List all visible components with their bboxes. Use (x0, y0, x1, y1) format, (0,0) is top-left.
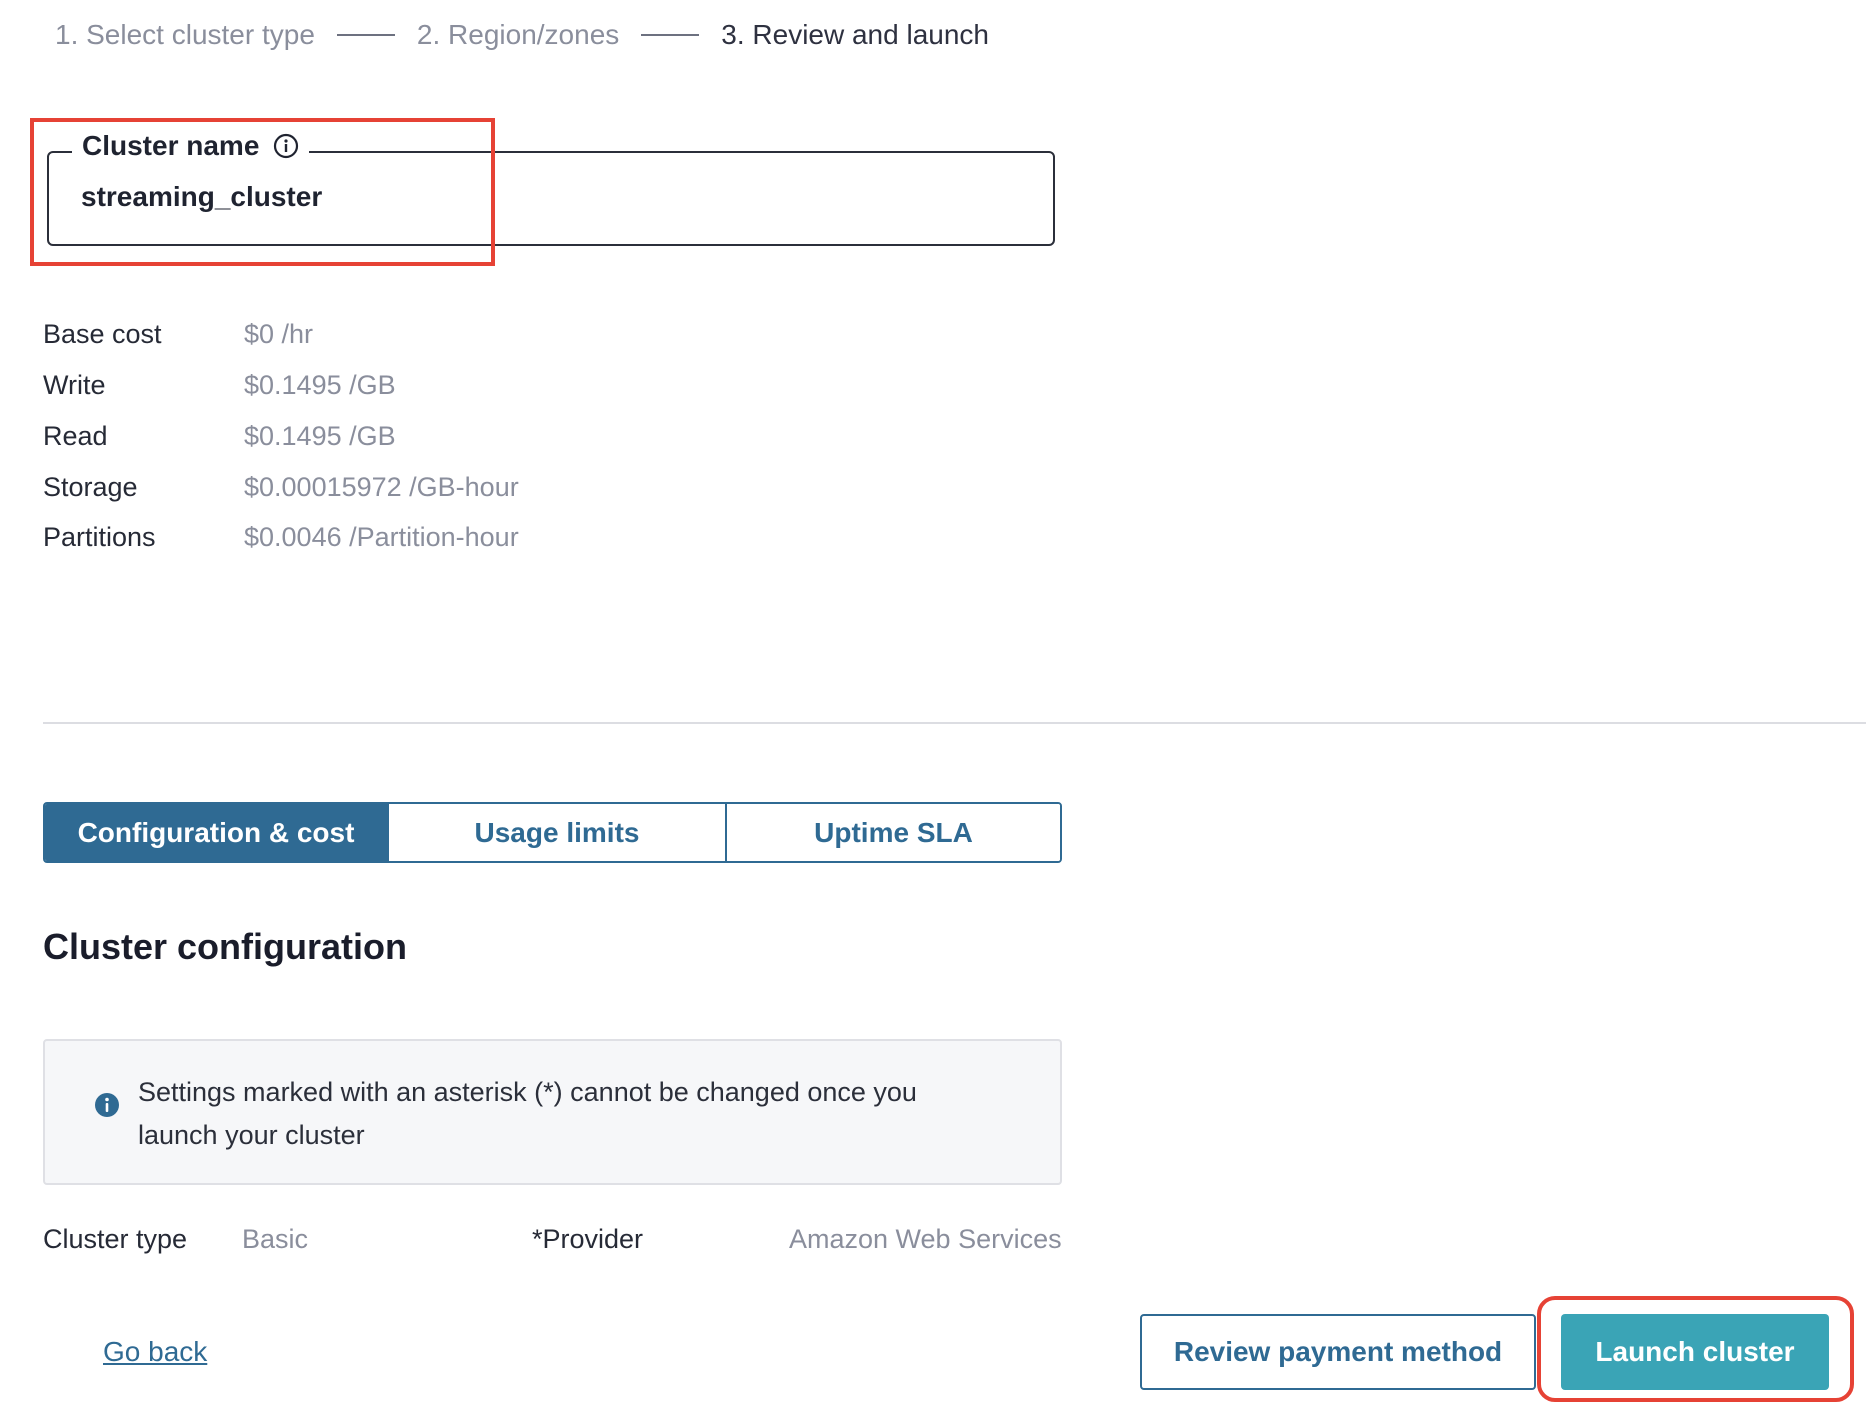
cost-label: Write (43, 370, 106, 400)
section-divider (43, 722, 1866, 724)
cost-label: Storage (43, 472, 138, 502)
cost-value: $0.1495 /GB (244, 421, 396, 451)
tab-group: Configuration & cost Usage limits Uptime… (43, 802, 1062, 863)
step-review-and-launch: 3. Review and launch (721, 19, 989, 50)
step-select-cluster-type[interactable]: 1. Select cluster type (55, 19, 315, 51)
cost-value: $0.0046 /Partition-hour (244, 522, 519, 552)
launch-button-highlight (1537, 1296, 1854, 1402)
cost-label: Read (43, 421, 108, 451)
section-title: Cluster configuration (43, 926, 408, 967)
provider-label: *Provider (532, 1224, 644, 1254)
cost-label: Partitions (43, 522, 156, 552)
step-region-zones[interactable]: 2. Region/zones (417, 19, 619, 51)
cost-row-read: Read $0.1495 /GB (43, 421, 396, 452)
review-payment-method-button[interactable]: Review payment method (1140, 1314, 1536, 1390)
cost-value: $0 /hr (244, 319, 314, 349)
cost-label: Base cost (43, 319, 162, 349)
cluster-type-label: Cluster type (43, 1224, 188, 1254)
cost-row-write: Write $0.1495 /GB (43, 370, 396, 401)
go-back-link[interactable]: Go back (103, 1336, 207, 1368)
cost-row-base: Base cost $0 /hr (43, 319, 313, 350)
step-connector (336, 34, 395, 36)
cluster-type-value: Basic (242, 1224, 309, 1254)
provider-value: Amazon Web Services (789, 1224, 1062, 1254)
info-circle-icon (94, 1092, 120, 1123)
tab-uptime-sla[interactable]: Uptime SLA (725, 804, 1060, 861)
cluster-name-highlight (30, 118, 495, 266)
cost-value: $0.1495 /GB (244, 370, 396, 400)
cost-row-storage: Storage $0.00015972 /GB-hour (43, 472, 519, 503)
cost-value: $0.00015972 /GB-hour (244, 472, 519, 502)
tab-usage-limits[interactable]: Usage limits (387, 804, 725, 861)
wizard-stepper: 1. Select cluster type 2. Region/zones 3… (55, 10, 989, 60)
cost-row-partitions: Partitions $0.0046 /Partition-hour (43, 522, 519, 553)
banner-text: Settings marked with an asterisk (*) can… (138, 1077, 917, 1150)
step-connector (641, 34, 700, 36)
tab-configuration-cost[interactable]: Configuration & cost (45, 804, 387, 861)
